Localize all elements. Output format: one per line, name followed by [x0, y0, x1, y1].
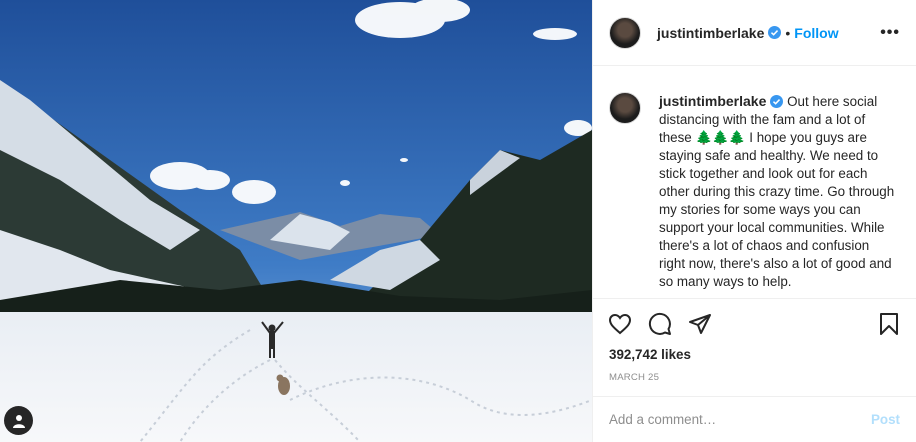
- follow-button[interactable]: Follow: [794, 25, 838, 41]
- post-details-panel: justintimberlake • Follow ••• justintimb…: [592, 0, 916, 442]
- like-button[interactable]: [607, 311, 633, 337]
- caption-text: justintimberlake Out here social distanc…: [659, 92, 899, 292]
- caption-body-part2: I hope you guys are staying safe and hea…: [659, 130, 895, 289]
- post-header: justintimberlake • Follow •••: [593, 0, 916, 66]
- save-button[interactable]: [876, 311, 902, 337]
- heart-icon: [608, 313, 632, 335]
- tree-emoji: 🌲🌲🌲: [695, 130, 746, 145]
- comment-input[interactable]: [609, 412, 871, 427]
- caption-username-link[interactable]: justintimberlake: [659, 93, 766, 109]
- share-button[interactable]: [687, 311, 713, 337]
- mountain-lake-photo: [0, 0, 592, 442]
- verified-badge-icon: [770, 95, 784, 108]
- more-options-icon[interactable]: •••: [880, 24, 900, 42]
- post-photo[interactable]: [0, 0, 592, 442]
- username-link[interactable]: justintimberlake: [657, 25, 764, 41]
- tag-button[interactable]: [4, 406, 33, 435]
- likes-count[interactable]: 392,742 likes: [593, 347, 916, 362]
- bookmark-icon: [880, 313, 898, 335]
- comment-button[interactable]: [647, 311, 673, 337]
- post-comment-button[interactable]: Post: [871, 412, 900, 427]
- post-date[interactable]: MARCH 25: [593, 372, 916, 383]
- action-icons-row: [593, 299, 916, 349]
- separator-dot: •: [785, 24, 791, 41]
- avatar[interactable]: [609, 16, 641, 49]
- caption-avatar[interactable]: [609, 92, 641, 124]
- comment-bubble-icon: [648, 312, 671, 335]
- caption-section: justintimberlake Out here social distanc…: [609, 92, 906, 292]
- verified-badge-icon: [768, 26, 782, 39]
- paper-plane-icon: [689, 314, 711, 334]
- user-tag-icon: [12, 414, 25, 428]
- post-actions: 392,742 likes MARCH 25 Post: [593, 298, 916, 442]
- comment-form: Post: [593, 396, 916, 442]
